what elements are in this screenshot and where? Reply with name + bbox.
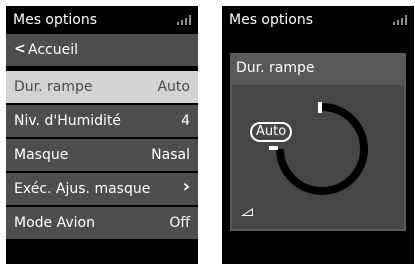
back-label: Accueil: [28, 42, 78, 58]
ramp-value-badge: Auto: [250, 122, 293, 142]
panel-title-bar: Dur. rampe: [230, 53, 406, 83]
dial-start-marker: [318, 102, 322, 113]
chevron-right-icon: ›: [182, 176, 190, 197]
dial-ring: [276, 103, 368, 195]
ramp-dial[interactable]: [232, 85, 404, 229]
menu-item-label: Mode Avion: [14, 215, 95, 231]
menu-item-airplane-mode[interactable]: Mode Avion Off: [6, 207, 198, 239]
signal-strength-icon: [177, 15, 191, 25]
chevron-left-icon: <: [14, 41, 26, 57]
ramp-icon: [241, 208, 253, 216]
menu-item-value: Off: [169, 215, 190, 231]
options-screen-ramp-detail: Mes options Dur. rampe Auto: [222, 6, 414, 264]
menu-item-value: Auto: [157, 79, 190, 95]
menu-item-value: Nasal: [151, 147, 190, 163]
menu-item-value: 4: [181, 113, 190, 129]
back-button[interactable]: < Accueil: [6, 34, 198, 66]
panel-title: Dur. rampe: [236, 60, 315, 76]
page-title: Mes options: [229, 12, 313, 28]
page-title: Mes options: [13, 12, 97, 28]
screen-header: Mes options: [6, 6, 198, 32]
menu-item-label: Dur. rampe: [14, 79, 93, 95]
menu-item-label: Niv. d'Humidité: [14, 113, 122, 129]
signal-strength-icon: [393, 15, 407, 25]
menu-item-label: Masque: [14, 147, 69, 163]
menu-item-label: Exéc. Ajus. masque: [14, 181, 151, 197]
menu-item-humidity-level[interactable]: Niv. d'Humidité 4: [6, 105, 198, 137]
menu-item-mask-fit[interactable]: Exéc. Ajus. masque ›: [6, 173, 198, 205]
menu-item-ramp-duration[interactable]: Dur. rampe Auto: [6, 71, 198, 103]
screen-header: Mes options: [222, 6, 414, 32]
options-screen-menu: Mes options < Accueil Dur. rampe Auto Ni…: [6, 6, 198, 264]
ramp-setting-panel: Dur. rampe Auto: [230, 53, 406, 231]
ramp-dial-area[interactable]: Auto: [232, 85, 404, 229]
dial-position-marker: [269, 146, 278, 150]
menu-item-mask[interactable]: Masque Nasal: [6, 139, 198, 171]
